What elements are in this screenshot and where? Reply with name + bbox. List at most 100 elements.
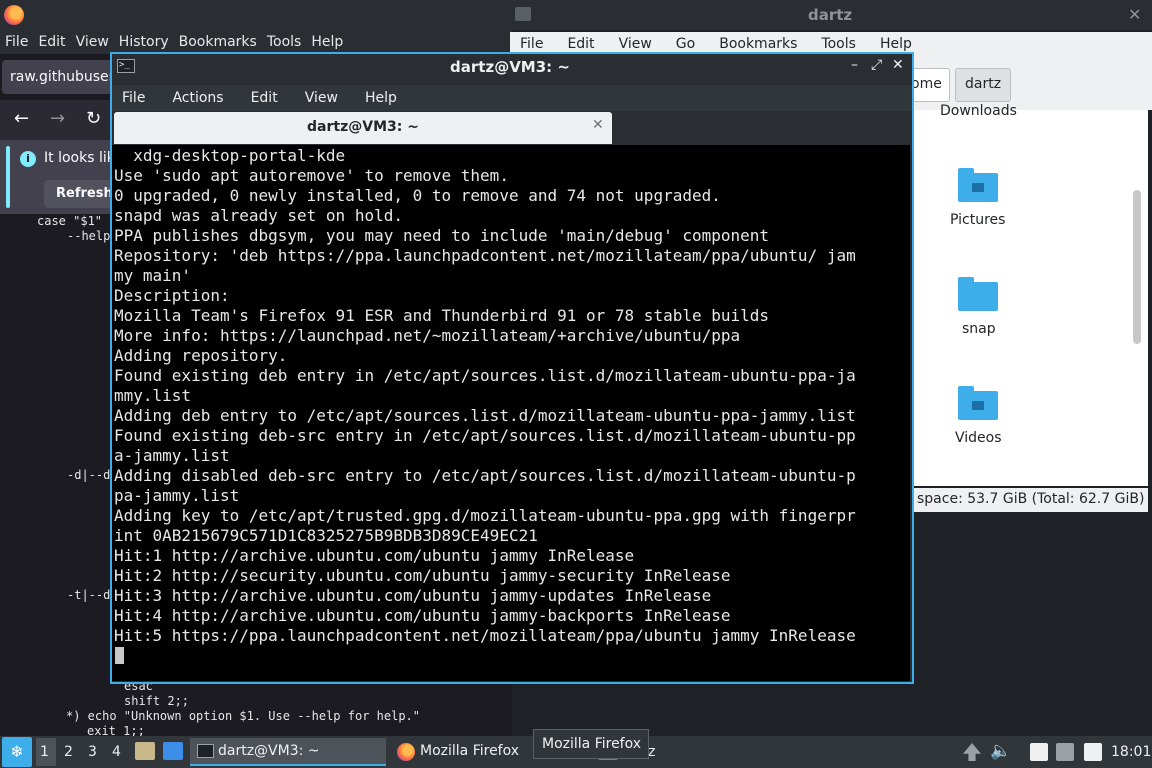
forward-arrow-icon[interactable]: → <box>50 108 65 129</box>
fm-menu-bookmarks[interactable]: Bookmarks <box>719 36 809 52</box>
terminal-line: Adding disabled deb-src entry to /etc/ap… <box>114 466 856 485</box>
terminal-tab[interactable]: dartz@VM3: ~ <box>114 112 612 144</box>
back-arrow-icon[interactable]: ← <box>14 108 29 129</box>
taskbar-task-file-manager[interactable]: z <box>648 744 655 760</box>
terminal-title: dartz@VM3: ~ <box>450 58 570 76</box>
file-manager-pane: Downloads Pictures snap Videos <box>912 103 1148 486</box>
application-launcher-icon[interactable]: ❄ <box>2 737 32 767</box>
term-menu-edit[interactable]: Edit <box>251 90 278 106</box>
workspace-4[interactable]: 4 <box>112 744 121 760</box>
ff-menu-help[interactable]: Help <box>306 34 348 50</box>
fm-menu-help[interactable]: Help <box>880 36 924 52</box>
term-menu-help[interactable]: Help <box>365 90 397 106</box>
terminal-icon: >_ <box>117 59 135 73</box>
terminal-line: PPA publishes dbgsym, you may need to in… <box>114 226 770 245</box>
code-line: *) echo "Unknown option $1. Use --help f… <box>66 709 421 723</box>
volume-icon[interactable]: 🔈 <box>990 741 1011 761</box>
term-menu-file[interactable]: File <box>122 90 145 106</box>
folder-icon[interactable] <box>958 277 998 311</box>
breadcrumb-dartz[interactable]: dartz <box>955 68 1011 102</box>
close-icon[interactable]: ✕ <box>1128 5 1141 24</box>
code-line: shift 2;; <box>124 694 190 708</box>
tooltip: Mozilla Firefox <box>533 729 649 759</box>
terminal-line: pa-jammy.list <box>114 486 240 505</box>
terminal-icon <box>197 744 214 758</box>
code-line: --help <box>67 229 111 243</box>
ff-menu-tools[interactable]: Tools <box>262 34 307 50</box>
workspace-1[interactable]: 1 <box>36 738 56 766</box>
notice-text: It looks lik <box>44 150 115 166</box>
fm-menu-go[interactable]: Go <box>676 36 707 52</box>
clock: 18:01 <box>1111 744 1152 760</box>
code-line: -t|--d <box>67 588 111 602</box>
fm-menu-tools[interactable]: Tools <box>821 36 868 52</box>
ff-menu-file[interactable]: File <box>0 34 33 50</box>
info-icon: i <box>20 151 36 167</box>
terminal-line: Adding deb entry to /etc/apt/sources.lis… <box>114 406 856 425</box>
folder-label-pictures[interactable]: Pictures <box>950 212 1005 228</box>
firefox-tab[interactable]: raw.githubuser <box>2 60 114 94</box>
file-manager-status: space: 53.7 GiB (Total: 62.7 GiB) <box>912 488 1148 512</box>
terminal-line: int 0AB215679C571D1C8325275B9BDB3D89CE49… <box>114 526 538 545</box>
network-icon[interactable] <box>1056 743 1074 761</box>
tab-close-icon[interactable]: ✕ <box>592 117 604 133</box>
fm-menu-edit[interactable]: Edit <box>567 36 606 52</box>
terminal-line: snapd was already set on hold. <box>114 206 403 225</box>
clipboard-icon[interactable] <box>1030 743 1048 761</box>
firefox-icon <box>397 743 415 761</box>
ff-menu-edit[interactable]: Edit <box>33 34 70 50</box>
terminal-line: Hit:4 http://archive.ubuntu.com/ubuntu j… <box>114 606 731 625</box>
terminal-line: xdg-desktop-portal-kde <box>114 146 346 165</box>
maximize-icon[interactable]: ⤢ <box>871 57 882 73</box>
terminal-line: Description: <box>114 286 230 305</box>
taskbar-task-terminal[interactable]: dartz@VM3: ~ <box>190 738 386 766</box>
folder-icon <box>515 7 531 21</box>
terminal-line: Hit:1 http://archive.ubuntu.com/ubuntu j… <box>114 546 635 565</box>
terminal-line: Mozilla Team's Firefox 91 ESR and Thunde… <box>114 306 770 325</box>
folder-label-downloads[interactable]: Downloads <box>940 103 1017 119</box>
firefox-logo-icon <box>4 5 24 25</box>
terminal-line: Hit:2 http://security.ubuntu.com/ubuntu … <box>114 566 731 585</box>
terminal-line: Found existing deb entry in /etc/apt/sou… <box>114 366 856 385</box>
terminal-line: Repository: 'deb https://ppa.launchpadco… <box>114 246 856 265</box>
terminal-cursor <box>115 647 124 664</box>
terminal-line: mmy.list <box>114 386 192 405</box>
firefox-titlebar <box>0 0 512 30</box>
firefox-menubar: File Edit View History Bookmarks Tools H… <box>0 30 512 54</box>
terminal-line: Adding key to /etc/apt/trusted.gpg.d/moz… <box>114 506 856 525</box>
fm-menu-view[interactable]: View <box>619 36 664 52</box>
terminal-menubar: File Actions Edit View Help <box>112 85 912 111</box>
fm-menu-file[interactable]: File <box>520 36 555 52</box>
folder-pictures-icon[interactable] <box>958 168 998 202</box>
workspace-2[interactable]: 2 <box>64 744 73 760</box>
close-icon[interactable]: ✕ <box>892 57 904 73</box>
terminal-line: Adding repository. <box>114 346 288 365</box>
folder-label-videos[interactable]: Videos <box>955 430 1002 446</box>
terminal-line: Use 'sudo apt autoremove' to remove them… <box>114 166 509 185</box>
term-menu-view[interactable]: View <box>305 90 338 106</box>
terminal-line: 0 upgraded, 0 newly installed, 0 to remo… <box>114 186 721 205</box>
notice-accent-stripe <box>6 146 10 208</box>
terminal-line: a-jammy.list <box>114 446 230 465</box>
terminal-line: my main' <box>114 266 192 285</box>
workspace-3[interactable]: 3 <box>88 744 97 760</box>
folder-label-snap[interactable]: snap <box>962 321 996 337</box>
term-menu-actions[interactable]: Actions <box>172 90 223 106</box>
terminal-line: Hit:3 http://archive.ubuntu.com/ubuntu j… <box>114 586 712 605</box>
minimize-icon[interactable]: – <box>851 57 858 73</box>
file-manager-launcher-icon[interactable] <box>135 742 155 760</box>
reload-icon[interactable]: ↻ <box>86 108 101 129</box>
show-desktop-icon[interactable] <box>163 742 183 760</box>
ff-menu-history[interactable]: History <box>114 34 174 50</box>
folder-videos-icon[interactable] <box>958 386 998 420</box>
terminal-line: More info: https://launchpad.net/~mozill… <box>114 326 741 345</box>
terminal-output: xdg-desktop-portal-kde Use 'sudo apt auto… <box>114 146 856 646</box>
code-line: case "$1" <box>37 214 103 228</box>
file-manager-scrollbar[interactable] <box>1133 190 1141 344</box>
terminal-line: Found existing deb-src entry in /etc/apt… <box>114 426 856 445</box>
file-manager-title: dartz <box>808 6 853 24</box>
terminal-line: Hit:5 https://ppa.launchpadcontent.net/m… <box>114 626 856 645</box>
ff-menu-view[interactable]: View <box>71 34 114 50</box>
ff-menu-bookmarks[interactable]: Bookmarks <box>174 34 262 50</box>
battery-icon[interactable] <box>1084 743 1102 761</box>
